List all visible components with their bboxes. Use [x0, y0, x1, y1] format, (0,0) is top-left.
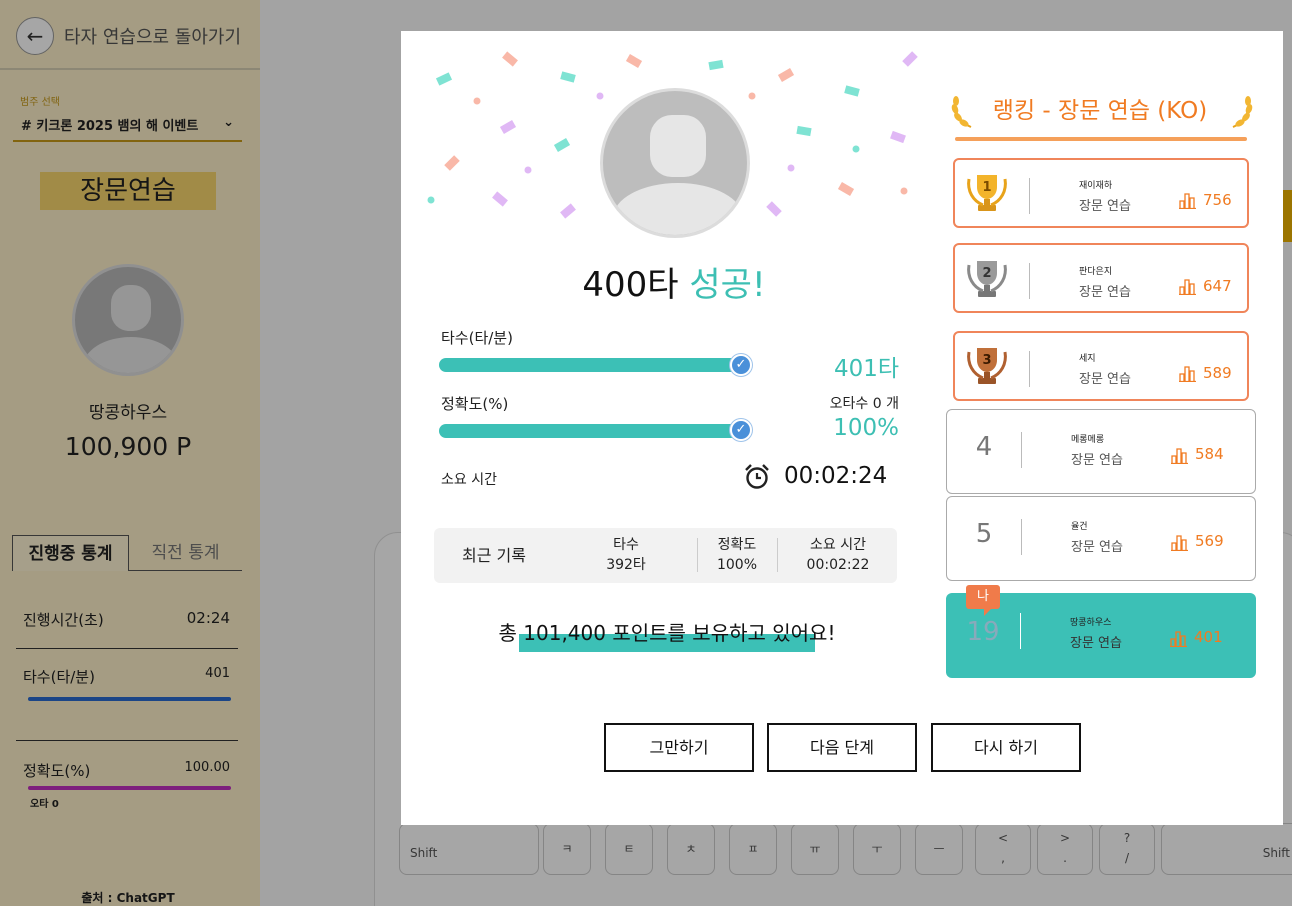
- speed-value: 401타: [833, 356, 899, 382]
- ranking-mode: 장문 연습: [1079, 199, 1131, 214]
- bar-chart-icon: [1179, 279, 1196, 295]
- ranking-score: 569: [1195, 532, 1224, 550]
- next-stage-button[interactable]: 다음 단계: [767, 723, 917, 772]
- time-value: 00:02:24: [784, 463, 888, 489]
- ranking-number: 19: [966, 617, 1000, 647]
- bar-chart-icon: [1171, 448, 1188, 464]
- bronze-trophy-icon: 3: [967, 348, 1007, 384]
- accuracy-value: 100%: [833, 415, 899, 441]
- check-icon: ✓: [730, 419, 752, 441]
- ranking-score: 756: [1203, 191, 1232, 209]
- recent-speed-label: 타수: [613, 537, 639, 553]
- avatar: [600, 88, 750, 238]
- ranking-title: 랭킹 - 장문 연습 (KO): [992, 98, 1208, 124]
- points-message: 총 101,400 포인트를 보유하고 있어요!: [498, 621, 836, 645]
- ranking-name: 땅콩하우스: [1070, 618, 1112, 628]
- ranking-score: 647: [1203, 277, 1232, 295]
- ranking-score: 584: [1195, 445, 1224, 463]
- ranking-number: 5: [975, 519, 993, 549]
- ranking-name: 율건: [1071, 522, 1088, 532]
- result-modal: 400타 성공! 타수(타/분) ✓ 401타 정확도(%) 오타수 0 개 ✓…: [401, 31, 1283, 825]
- recent-accuracy: 정확도 100%: [698, 535, 776, 575]
- gold-trophy-icon: 1: [967, 175, 1007, 211]
- time-label: 소요 시간: [441, 472, 497, 488]
- recent-record: 최근 기록 타수 392타 정확도 100% 소요 시간 00:02:22: [434, 528, 897, 583]
- svg-text:3: 3: [982, 353, 991, 368]
- ranking-entry[interactable]: 1 재이재하 장문 연습 756: [953, 158, 1249, 228]
- ranking-mode: 장문 연습: [1071, 453, 1123, 468]
- accuracy-bar: [439, 424, 743, 438]
- speed-bar: [439, 358, 743, 372]
- bar-chart-icon: [1179, 193, 1196, 209]
- ranking-name: 재이재하: [1079, 181, 1113, 191]
- svg-text:1: 1: [982, 180, 991, 195]
- ranking-entry[interactable]: 3 세지 장문 연습 589: [953, 331, 1249, 401]
- bar-chart-icon: [1179, 366, 1196, 382]
- me-badge: 나: [966, 585, 1000, 616]
- ranking-name: 세지: [1079, 354, 1096, 364]
- recent-time-value: 00:02:22: [806, 557, 870, 573]
- alarm-clock-icon: [745, 464, 769, 489]
- ranking-entry[interactable]: 2 판다은지 장문 연습 647: [953, 243, 1249, 313]
- ranking-mode: 장문 연습: [1071, 540, 1123, 555]
- recent-accuracy-value: 100%: [716, 557, 758, 573]
- accuracy-label: 정확도(%): [441, 395, 509, 413]
- my-ranking-entry[interactable]: 나 19 땅콩하우스 장문 연습 401: [946, 585, 1256, 678]
- recent-time-label: 소요 시간: [810, 537, 866, 553]
- recent-time: 소요 시간 00:02:22: [786, 535, 890, 575]
- retry-button[interactable]: 다시 하기: [931, 723, 1081, 772]
- ranking-score: 589: [1203, 364, 1232, 382]
- recent-speed-value: 392타: [606, 557, 646, 573]
- speed-label: 타수(타/분): [441, 329, 513, 347]
- ranking-mode: 장문 연습: [1070, 636, 1122, 651]
- bar-chart-icon: [1170, 631, 1187, 647]
- ranking-entry[interactable]: 5 율건 장문 연습 569: [946, 496, 1256, 581]
- check-icon: ✓: [730, 354, 752, 376]
- ranking-name: 메롱메롱: [1071, 435, 1105, 445]
- recent-record-title: 최근 기록: [462, 546, 526, 565]
- typo-count: 오타수 0 개: [829, 396, 899, 412]
- result-title-main: 400타: [582, 265, 690, 305]
- quit-button[interactable]: 그만하기: [604, 723, 754, 772]
- ranking-name: 판다은지: [1079, 267, 1113, 277]
- ranking-score: 401: [1194, 628, 1223, 646]
- result-title: 400타 성공!: [401, 257, 947, 306]
- ranking-mode: 장문 연습: [1079, 285, 1131, 300]
- ranking-entry[interactable]: 4 메롱메롱 장문 연습 584: [946, 409, 1256, 494]
- ranking-number: 4: [975, 432, 993, 462]
- ranking-mode: 장문 연습: [1079, 372, 1131, 387]
- ranking-underline: [955, 137, 1247, 141]
- silver-trophy-icon: 2: [967, 261, 1007, 297]
- result-title-success: 성공!: [689, 265, 766, 305]
- svg-text:2: 2: [982, 266, 991, 281]
- bar-chart-icon: [1171, 535, 1188, 551]
- recent-accuracy-label: 정확도: [717, 537, 757, 553]
- recent-speed: 타수 392타: [584, 535, 668, 575]
- laurel-icon: [1232, 96, 1253, 128]
